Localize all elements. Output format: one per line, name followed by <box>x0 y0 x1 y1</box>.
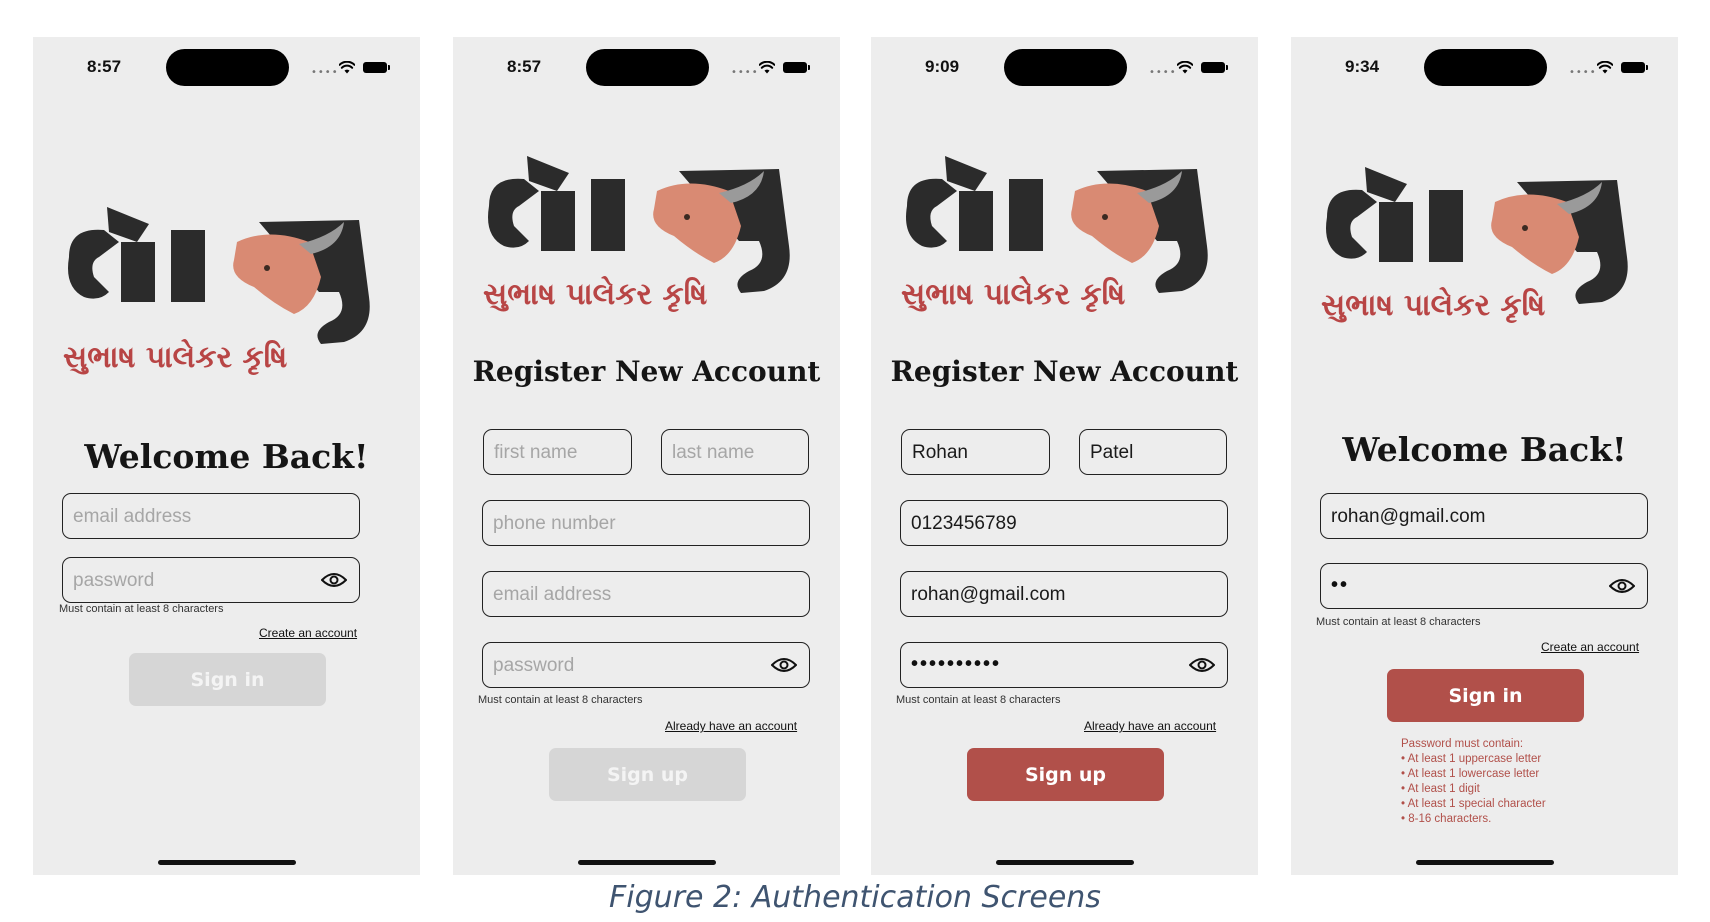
login-screen-empty: 8:57 •••• સુભાષ પાલેકર કૃષિ Welcome Back… <box>33 37 420 875</box>
password-hint: Must contain at least 8 characters <box>478 694 643 706</box>
first-name-placeholder: first name <box>494 442 578 463</box>
status-icons: •••• <box>1569 61 1659 78</box>
register-screen-filled: 9:09 •••• સુભાષ પાલેકર કૃષિ Register New… <box>871 37 1258 875</box>
battery-icon <box>783 62 810 73</box>
password-rule-item: • At least 1 digit <box>1401 783 1480 795</box>
password-field[interactable]: •• <box>1320 563 1648 609</box>
figure-caption: Figure 2: Authentication Screens <box>609 880 1101 915</box>
wifi-icon <box>339 61 355 74</box>
email-value: rohan@gmail.com <box>1331 506 1486 527</box>
eye-icon[interactable] <box>1609 577 1635 595</box>
wifi-icon <box>1177 61 1193 74</box>
battery-icon <box>1621 62 1648 73</box>
first-name-value: Rohan <box>912 442 968 463</box>
last-name-value: Patel <box>1090 442 1134 463</box>
status-time: 9:34 <box>1345 57 1380 76</box>
home-indicator <box>996 860 1134 865</box>
eye-icon[interactable] <box>771 656 797 674</box>
email-field[interactable]: email address <box>62 493 360 539</box>
phone-field[interactable]: 0123456789 <box>900 500 1228 546</box>
phone-value: 0123456789 <box>911 513 1017 534</box>
dynamic-island <box>586 49 709 86</box>
password-placeholder: password <box>493 655 575 676</box>
signal-dots-icon: •••• <box>311 67 339 78</box>
already-have-account-link[interactable]: Already have an account <box>665 719 797 733</box>
email-value: rohan@gmail.com <box>911 584 1066 605</box>
battery-icon <box>363 62 390 73</box>
sign-in-button[interactable]: Sign in <box>129 653 326 706</box>
last-name-field[interactable]: Patel <box>1079 429 1227 475</box>
email-placeholder: email address <box>493 584 612 605</box>
create-account-link[interactable]: Create an account <box>1541 640 1639 654</box>
page-title: Register New Account <box>472 355 821 388</box>
page-title: Welcome Back! <box>84 437 369 476</box>
email-field[interactable]: rohan@gmail.com <box>1320 493 1648 539</box>
first-name-field[interactable]: first name <box>483 429 632 475</box>
home-indicator <box>1416 860 1554 865</box>
password-rules-title: Password must contain: <box>1401 738 1524 750</box>
password-hint: Must contain at least 8 characters <box>896 694 1061 706</box>
sign-up-button[interactable]: Sign up <box>967 748 1164 801</box>
wifi-icon <box>759 61 775 74</box>
password-hint: Must contain at least 8 characters <box>59 603 224 615</box>
status-icons: •••• <box>311 61 401 78</box>
app-logo: સુભાષ પાલેકર કૃષિ <box>871 151 1258 351</box>
register-screen-empty: 8:57 •••• સુભાષ પાલેકર કૃષિ Register New… <box>453 37 840 875</box>
status-time: 9:09 <box>925 57 960 76</box>
home-indicator <box>578 860 716 865</box>
app-logo: સુભાષ પાલેકર કૃષિ <box>33 202 420 402</box>
last-name-field[interactable]: last name <box>661 429 809 475</box>
status-time: 8:57 <box>507 57 542 76</box>
password-rule-item: • At least 1 uppercase letter <box>1401 753 1542 765</box>
page-title: Register New Account <box>890 355 1239 388</box>
sign-in-button[interactable]: Sign in <box>1387 669 1584 722</box>
battery-icon <box>1201 62 1228 73</box>
password-mask: •••••••••• <box>911 653 1002 675</box>
dynamic-island <box>166 49 289 86</box>
signal-dots-icon: •••• <box>1149 67 1177 78</box>
email-field[interactable]: rohan@gmail.com <box>900 571 1228 617</box>
password-field[interactable]: •••••••••• <box>900 642 1228 688</box>
first-name-field[interactable]: Rohan <box>901 429 1050 475</box>
password-field[interactable]: password <box>482 642 810 688</box>
password-rules-error: Password must contain: • At least 1 uppe… <box>1401 737 1546 827</box>
logo-subtitle: સુભાષ પાલેકર કૃષિ <box>63 340 288 375</box>
login-screen-error: 9:34 •••• સુભાષ પાલેકર કૃષિ Welcome Back… <box>1291 37 1678 875</box>
status-icons: •••• <box>731 61 821 78</box>
sign-up-button[interactable]: Sign up <box>549 748 746 801</box>
logo-subtitle: સુભાષ પાલેકર કૃષિ <box>901 277 1126 312</box>
email-field[interactable]: email address <box>482 571 810 617</box>
password-rule-item: • At least 1 lowercase letter <box>1401 768 1540 780</box>
signal-dots-icon: •••• <box>731 67 759 78</box>
password-hint: Must contain at least 8 characters <box>1316 616 1481 628</box>
email-placeholder: email address <box>73 506 192 527</box>
status-time: 8:57 <box>87 57 122 76</box>
last-name-placeholder: last name <box>672 442 755 463</box>
wifi-icon <box>1597 61 1613 74</box>
app-logo: સુભાષ પાલેકર કૃષિ <box>453 151 840 351</box>
cow-logo <box>68 207 370 344</box>
phone-field[interactable]: phone number <box>482 500 810 546</box>
eye-icon[interactable] <box>1189 656 1215 674</box>
password-rule-item: • At least 1 special character <box>1401 798 1546 810</box>
status-icons: •••• <box>1149 61 1239 78</box>
already-have-account-link[interactable]: Already have an account <box>1084 719 1216 733</box>
password-mask: •• <box>1331 574 1350 596</box>
signal-dots-icon: •••• <box>1569 67 1597 78</box>
home-indicator <box>158 860 296 865</box>
password-field[interactable]: password <box>62 557 360 603</box>
page-title: Welcome Back! <box>1342 430 1627 469</box>
password-rule-item: • 8-16 characters. <box>1401 813 1492 825</box>
logo-subtitle: સુભાષ પાલેકર કૃષિ <box>483 277 708 312</box>
password-placeholder: password <box>73 570 155 591</box>
create-account-link[interactable]: Create an account <box>259 626 357 640</box>
app-logo: સુભાષ પાલેકર કૃષિ <box>1291 162 1678 362</box>
dynamic-island <box>1424 49 1547 86</box>
logo-subtitle: સુભાષ પાલેકર કૃષિ <box>1321 288 1546 323</box>
dynamic-island <box>1004 49 1127 86</box>
phone-placeholder: phone number <box>493 513 616 534</box>
eye-icon[interactable] <box>321 571 347 589</box>
